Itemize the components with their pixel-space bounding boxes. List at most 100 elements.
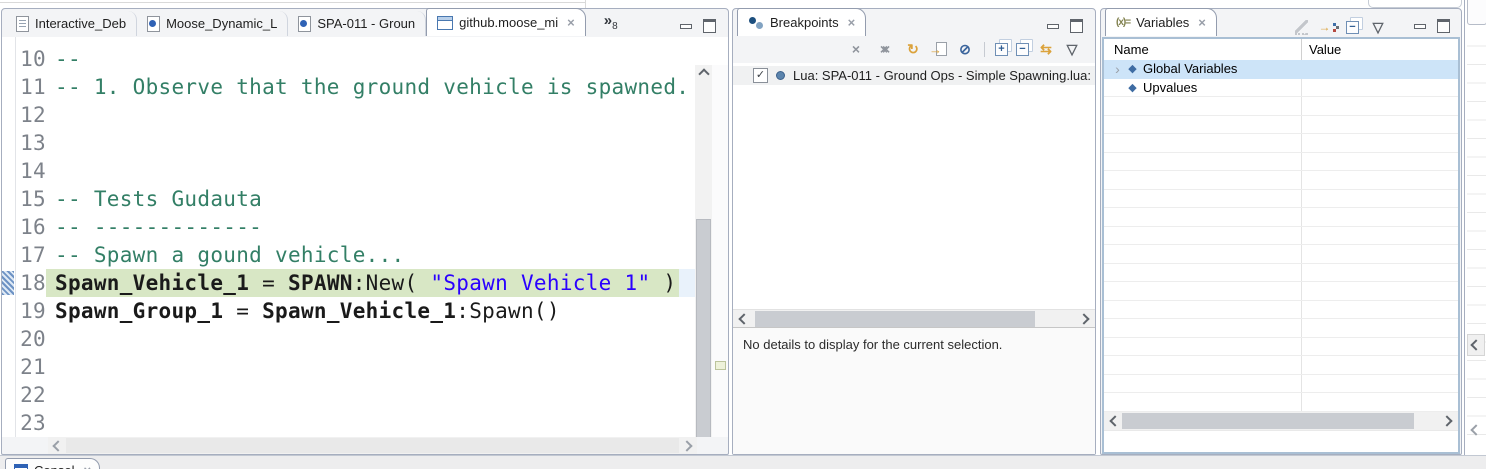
annotation-ruler[interactable] [2, 409, 15, 437]
breakpoint-details-pane: No details to display for the current se… [733, 327, 1095, 454]
minimize-icon[interactable] [680, 24, 692, 29]
scroll-left-icon[interactable] [50, 437, 66, 454]
tab-console[interactable]: Consol × [5, 458, 100, 469]
view-menu-icon[interactable]: ▽ [1063, 40, 1081, 58]
column-header-name[interactable]: Name [1114, 42, 1149, 57]
maximize-icon[interactable] [703, 19, 716, 33]
annotation-ruler[interactable] [2, 325, 15, 353]
editor-tab-moose-dynamic[interactable]: Moose_Dynamic_L [137, 11, 288, 36]
annotation-ruler[interactable] [2, 241, 15, 269]
code-line-13: 13 [2, 129, 728, 157]
close-icon[interactable]: × [83, 465, 91, 469]
close-icon[interactable]: × [567, 17, 575, 29]
annotation-ruler[interactable] [2, 157, 15, 185]
line-number: 13 [15, 129, 46, 157]
view-menu-icon[interactable]: ▽ [1369, 18, 1387, 36]
annotation-ruler[interactable] [2, 381, 15, 409]
annotation-ruler[interactable] [2, 101, 15, 129]
editor-tab-bar: Interactive_DebMoose_Dynamic_LSPA-011 - … [2, 9, 728, 36]
overview-ruler[interactable] [712, 65, 728, 437]
variable-empty-row [1104, 208, 1458, 227]
variables-horizontal-scrollbar[interactable] [1104, 412, 1458, 430]
code-text: -- Spawn a gound vehicle... [46, 241, 728, 269]
remove-breakpoint-icon[interactable]: × [847, 40, 865, 58]
show-breakpoints-for-target-icon[interactable]: ↻ [904, 40, 922, 58]
annotation-ruler[interactable] [2, 213, 15, 241]
breakpoint-dot-icon [776, 71, 785, 80]
variable-row-upvalues[interactable]: ◆Upvalues [1104, 79, 1458, 98]
close-icon[interactable]: × [848, 17, 856, 29]
tab-label: Variables [1136, 15, 1189, 30]
breakpoint-item[interactable]: ✓Lua: SPA-011 - Ground Ops - Simple Spaw… [733, 66, 1095, 85]
editor-vscroll-thumb[interactable] [696, 219, 711, 437]
line-number: 20 [15, 325, 46, 353]
variables-icon: (x)= [1116, 17, 1130, 28]
code-text: -- 1. Observe that the ground vehicle is… [46, 73, 728, 101]
variable-row-global-variables[interactable]: ›◆Global Variables [1104, 60, 1458, 79]
variables-hscroll-thumb[interactable] [1122, 413, 1414, 429]
collapse-all-icon[interactable]: − [1346, 21, 1359, 34]
breakpoints-list[interactable]: ✓Lua: SPA-011 - Ground Ops - Simple Spaw… [733, 63, 1095, 309]
variables-panel: (x)= Variables × →−▽ Name Value ›◆Global… [1100, 8, 1462, 455]
variable-diamond-icon: ◆ [1125, 81, 1140, 94]
variables-tab-bar: (x)= Variables × [1101, 9, 1461, 36]
editor-hscroll-thumb[interactable] [66, 438, 679, 453]
annotation-ruler[interactable] [2, 45, 15, 73]
console-icon [14, 464, 28, 469]
scroll-up-icon[interactable] [695, 65, 712, 82]
remove-all-breakpoints-icon[interactable]: ×× [873, 40, 896, 58]
overview-annotation-marker[interactable] [715, 361, 726, 370]
variable-name: Global Variables [1143, 61, 1237, 76]
minimize-icon[interactable] [1047, 24, 1059, 29]
maximize-icon[interactable] [1437, 19, 1450, 33]
show-logical-structure-icon[interactable]: → [1318, 18, 1336, 36]
editor-vertical-scrollbar[interactable] [695, 65, 712, 437]
show-type-names-icon[interactable] [1295, 20, 1308, 35]
variable-name: Upvalues [1143, 80, 1197, 95]
close-icon[interactable]: × [1198, 17, 1206, 29]
scroll-right-icon[interactable] [679, 437, 695, 454]
variable-empty-row [1104, 116, 1458, 135]
variable-empty-row [1104, 264, 1458, 283]
code-line-22: 22 [2, 381, 728, 409]
annotation-ruler[interactable] [2, 269, 15, 297]
skip-all-breakpoints-icon[interactable]: ⊘ [956, 40, 974, 58]
breakpoints-toolbar: ×××↻→⊘+−⇆▽ [847, 40, 1081, 58]
scroll-right-icon[interactable] [1439, 412, 1455, 430]
annotation-ruler[interactable] [2, 129, 15, 157]
annotation-ruler[interactable] [2, 73, 15, 101]
scroll-left-icon[interactable] [736, 310, 752, 328]
scroll-right-icon[interactable] [1076, 310, 1092, 328]
maximize-icon[interactable] [1070, 19, 1083, 33]
column-header-value[interactable]: Value [1309, 42, 1341, 57]
annotation-ruler[interactable] [2, 185, 15, 213]
annotation-ruler[interactable] [2, 353, 15, 381]
variable-empty-row [1104, 356, 1458, 375]
code-line-19: 19Spawn_Group_1 = Spawn_Vehicle_1:Spawn(… [2, 297, 728, 325]
annotation-ruler[interactable] [2, 297, 15, 325]
tab-breakpoints[interactable]: Breakpoints × [737, 8, 866, 36]
editor-tab-spa-011-groun[interactable]: SPA-011 - Groun [288, 11, 426, 36]
line-number: 16 [15, 213, 46, 241]
line-number: 17 [15, 241, 46, 269]
collapse-all-icon[interactable]: − [1016, 43, 1029, 56]
variable-empty-row [1104, 245, 1458, 264]
tab-variables[interactable]: (x)= Variables × [1105, 8, 1217, 36]
editor-tab-interactive-deb[interactable]: Interactive_Deb [6, 11, 137, 36]
tab-overflow-chevron[interactable]: »8 [604, 12, 618, 32]
link-with-debug-view-icon[interactable]: ⇆ [1037, 40, 1055, 58]
minimize-icon[interactable] [1414, 24, 1426, 29]
scroll-left-icon[interactable] [1107, 412, 1123, 430]
editor-tab-github-moose-mi[interactable]: github.moose_mi× [426, 8, 586, 36]
expander-chevron-icon[interactable]: › [1110, 62, 1125, 76]
column-resize-handle[interactable] [1301, 39, 1302, 60]
editor-horizontal-scrollbar[interactable] [48, 437, 697, 454]
expand-all-icon[interactable]: + [995, 43, 1008, 56]
breakpoints-hscroll-thumb[interactable] [755, 311, 1035, 327]
cutoff-scroll-left-icon[interactable] [1467, 334, 1485, 356]
breakpoint-checkbox[interactable]: ✓ [753, 68, 768, 83]
code-editor[interactable]: 10--11-- 1. Observe that the ground vehi… [2, 37, 728, 437]
breakpoints-horizontal-scrollbar[interactable] [733, 309, 1095, 328]
variables-table[interactable]: Name Value ›◆Global Variables◆Upvalues [1102, 37, 1460, 454]
go-to-file-for-breakpoint-icon[interactable]: → [930, 40, 948, 58]
